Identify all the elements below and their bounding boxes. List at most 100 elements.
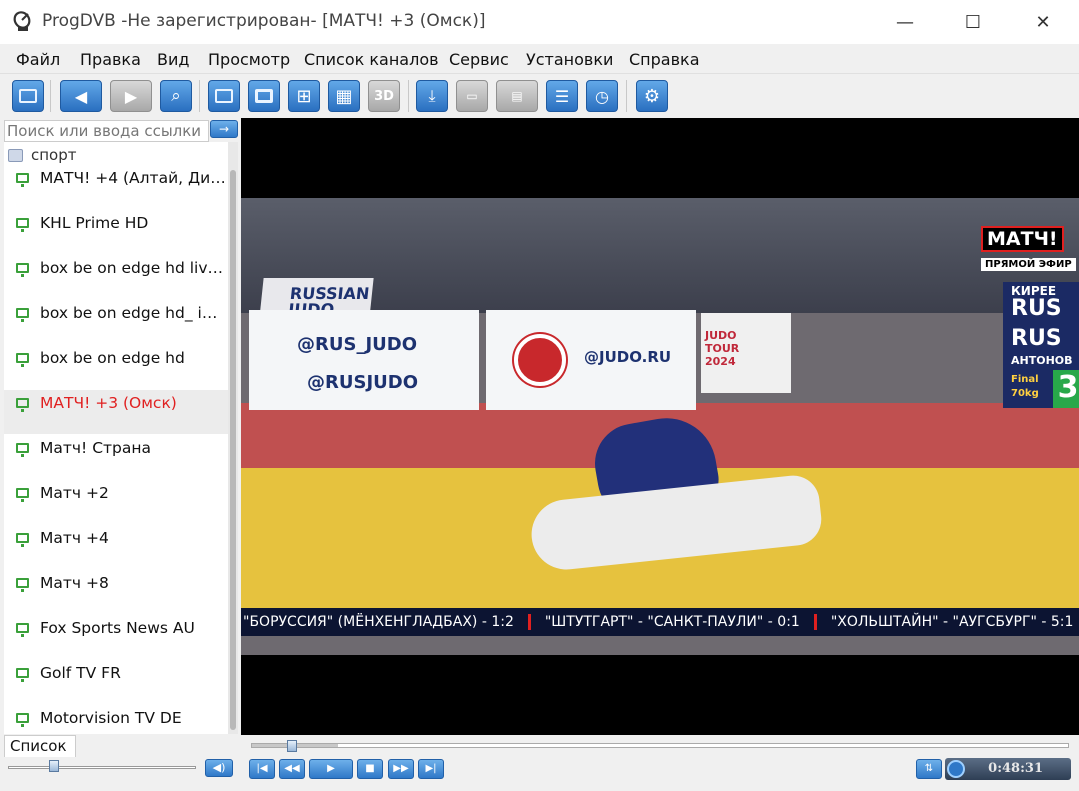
channel-item[interactable]: Матч! Страна: [4, 435, 228, 479]
channel-item[interactable]: Fox Sports News AU: [4, 615, 228, 659]
news-ticker: "БОРУССИЯ" (МЁНХЕНГЛАДБАХ) - 1:2 "ШТУТГА…: [241, 608, 1079, 636]
menu-channel-list[interactable]: Список каналов: [304, 50, 439, 69]
channel-item[interactable]: box be on edge hd: [4, 345, 228, 389]
fast-forward-icon: ▶▶: [393, 763, 409, 774]
stop-icon: ■: [365, 763, 375, 774]
channel-group[interactable]: спорт: [4, 146, 228, 166]
channel-panel: Поиск или ввода ссылки → спорт МАТЧ! +4 …: [0, 118, 241, 791]
menu-settings[interactable]: Установки: [526, 50, 613, 69]
channel-label: Fox Sports News AU: [40, 619, 195, 637]
menu-view[interactable]: Вид: [157, 50, 189, 69]
back-button[interactable]: ◀: [60, 80, 102, 112]
toolbar-separator: [50, 80, 51, 112]
volume-slider[interactable]: [8, 766, 196, 769]
channel-item[interactable]: KHL Prime HD: [4, 210, 228, 254]
playback-controls: |◀ ◀◀ ▶ ■ ▶▶ ▶| ⇅ 0:48:31: [241, 735, 1079, 791]
group-label: спорт: [31, 146, 77, 164]
toolbar-separator: [199, 80, 200, 112]
menu-service[interactable]: Сервис: [449, 50, 509, 69]
channel-label: Матч +4: [40, 529, 109, 547]
search-go-button[interactable]: →: [210, 120, 238, 138]
ad-board-tour: JUDO TOUR 2024: [701, 313, 791, 393]
view-single-button[interactable]: [208, 80, 240, 112]
3d-label: 3D: [374, 88, 394, 104]
tv-icon: [16, 713, 29, 727]
channel-item[interactable]: Motorvision TV DE: [4, 705, 228, 734]
channel-item[interactable]: box be on edge hd_ ive 2: [4, 300, 228, 344]
skip-start-button[interactable]: |◀: [249, 759, 275, 779]
timeshift-icon[interactable]: [947, 760, 965, 778]
teletext-button[interactable]: ▤: [496, 80, 538, 112]
channel-list: спорт МАТЧ! +4 (Алтай, Диапазон) KHL Pri…: [4, 142, 228, 734]
channel-list-scrollbar[interactable]: [228, 142, 238, 734]
mute-button[interactable]: ◀): [205, 759, 233, 777]
menu-watch[interactable]: Просмотр: [208, 50, 290, 69]
scheduler-button[interactable]: ◷: [586, 80, 618, 112]
scrollbar-thumb[interactable]: [230, 170, 236, 730]
audio-settings-button[interactable]: ⇅: [916, 759, 942, 779]
title-bar: ProgDVB -Не зарегистрирован- [МАТЧ! +3 (…: [0, 0, 1079, 44]
skip-end-button[interactable]: ▶|: [418, 759, 444, 779]
forward-button[interactable]: ▶: [110, 80, 152, 112]
minimize-button[interactable]: —: [870, 0, 940, 44]
channel-item[interactable]: Матч +2: [4, 480, 228, 524]
view-fullscreen-button[interactable]: [248, 80, 280, 112]
panel-icon: [19, 89, 37, 103]
video-view[interactable]: RUSSIAN JUDO @RUS_JUDO @RUSJUDO @JUDO.RU…: [241, 118, 1079, 735]
epg-button[interactable]: ☰: [546, 80, 578, 112]
play-icon: ▶: [327, 763, 335, 774]
menu-bar: Файл Правка Вид Просмотр Список каналов …: [0, 44, 1079, 74]
channel-item[interactable]: Golf TV FR: [4, 660, 228, 704]
search-button[interactable]: ⌕: [160, 80, 192, 112]
volume-slider-thumb[interactable]: [49, 760, 59, 772]
maximize-button[interactable]: ☐: [938, 0, 1008, 44]
channel-item[interactable]: МАТЧ! +4 (Алтай, Диапазон): [4, 165, 228, 209]
search-input[interactable]: Поиск или ввода ссылки: [4, 120, 209, 142]
grid-16-icon: ▦: [335, 85, 353, 107]
channel-item[interactable]: Матч +4: [4, 525, 228, 569]
rewind-button[interactable]: ◀◀: [279, 759, 305, 779]
view-grid-4-button[interactable]: ⊞: [288, 80, 320, 112]
channel-list-toggle-button[interactable]: [12, 80, 44, 112]
tv-icon: [16, 533, 29, 547]
channel-label: МАТЧ! +4 (Алтай, Диапазон): [40, 169, 226, 187]
play-button[interactable]: ▶: [309, 759, 353, 779]
menu-file[interactable]: Файл: [16, 50, 60, 69]
settings-button[interactable]: ⚙: [636, 80, 668, 112]
fast-forward-button[interactable]: ▶▶: [388, 759, 414, 779]
live-badge: ПРЯМОЙ ЭФИР: [981, 258, 1076, 271]
seek-bar[interactable]: [251, 743, 1069, 748]
channel-item[interactable]: Матч +8: [4, 570, 228, 614]
toolbar-separator: [626, 80, 627, 112]
3d-button[interactable]: 3D: [368, 80, 400, 112]
window-icon: [215, 89, 233, 103]
athlete-name-bottom: АНТОНОВ: [1011, 354, 1073, 367]
tv-icon: [16, 398, 29, 412]
menu-edit[interactable]: Правка: [80, 50, 141, 69]
channel-label: box be on edge hd: [40, 349, 185, 367]
stop-button[interactable]: ■: [357, 759, 383, 779]
arrow-right-icon: ▶: [124, 86, 138, 106]
view-grid-16-button[interactable]: ▦: [328, 80, 360, 112]
channel-label: Матч +8: [40, 574, 109, 592]
equalizer-icon: ⇅: [924, 763, 934, 774]
close-button[interactable]: ✕: [1008, 0, 1078, 44]
ticker-item: "ХОЛЬШТАЙН" - "АУГСБУРГ" - 5:1: [813, 614, 1079, 630]
channel-item-selected[interactable]: МАТЧ! +3 (Омск): [4, 390, 228, 434]
federation-emblem-icon: [514, 334, 566, 386]
grid-4-icon: ⊞: [296, 85, 312, 107]
channel-item[interactable]: box be on edge hd live 1: [4, 255, 228, 299]
channel-label: box be on edge hd_ ive 2: [40, 304, 226, 322]
scoreboard: КИРЕЕ RUS RUS АНТОНОВ Final 70kg 3: [1003, 282, 1079, 408]
channel-label: box be on edge hd live 1: [40, 259, 226, 277]
channel-label: Golf TV FR: [40, 664, 121, 682]
subtitles-button[interactable]: ▭: [456, 80, 488, 112]
tv-icon: [16, 443, 29, 457]
ticker-item: "ШТУТГАРТ" - "САНКТ-ПАУЛИ" - 0:1: [527, 614, 814, 630]
seek-thumb[interactable]: [286, 740, 297, 752]
video-frame: RUSSIAN JUDO @RUS_JUDO @RUSJUDO @JUDO.RU…: [241, 198, 1079, 655]
folder-icon: [8, 149, 23, 162]
tab-list[interactable]: Список: [4, 735, 76, 757]
menu-help[interactable]: Справка: [629, 50, 700, 69]
record-button[interactable]: ⤓: [416, 80, 448, 112]
